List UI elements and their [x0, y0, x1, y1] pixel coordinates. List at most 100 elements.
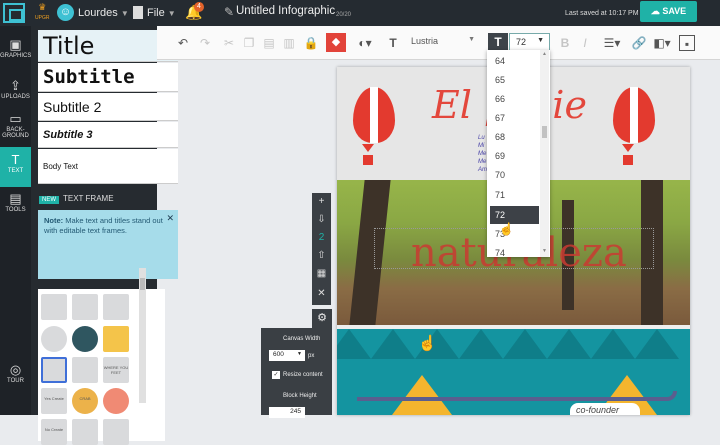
chevron-down-icon: ▼: [167, 9, 176, 18]
rail-item-tools[interactable]: ▤ TOOLS: [0, 186, 31, 226]
rail-label: BACK- GROUND: [2, 127, 29, 139]
text-style-subtitle-2[interactable]: Subtitle 2: [38, 93, 178, 121]
font-size-option[interactable]: 67: [490, 109, 539, 127]
font-size-option[interactable]: 64: [490, 52, 539, 70]
paste-icon[interactable]: ▤: [261, 35, 277, 51]
subtext-line: Me: [478, 151, 487, 157]
text-type-icon: T: [389, 36, 397, 50]
undo-icon[interactable]: ↶: [175, 35, 191, 51]
chevron-down-icon: ▼: [537, 37, 544, 44]
text-style-subtitle-3[interactable]: Subtitle 3: [38, 122, 178, 148]
rail-label: TOUR: [7, 378, 24, 384]
user-menu[interactable]: Lourdes ▼: [78, 7, 129, 19]
save-label: SAVE: [662, 6, 687, 16]
font-size-dropdown[interactable]: 64 65 66 67 68 69 70 71 72 73 74 ▲ ▼: [487, 50, 550, 257]
frame-thumb[interactable]: [103, 419, 129, 445]
new-badge: NEW: [39, 196, 59, 204]
stroke-color-icon[interactable]: ◐▾: [353, 35, 377, 51]
delete-block-icon[interactable]: ✕: [312, 285, 331, 303]
copy-icon[interactable]: ❐: [241, 35, 257, 51]
app-logo-icon[interactable]: [3, 3, 25, 23]
paint-bucket-icon[interactable]: ◆: [326, 33, 346, 52]
pattern-block[interactable]: co-founder: [337, 329, 690, 415]
font-size-option[interactable]: 73: [490, 225, 539, 243]
font-family-select[interactable]: Lustria ▼: [405, 32, 481, 52]
block-tools: + ⇩ 2 ⇧ ▦ ✕: [312, 193, 331, 305]
add-block-icon[interactable]: +: [312, 193, 331, 211]
frame-thumb[interactable]: [41, 294, 67, 320]
rail-label: TOOLS: [5, 207, 26, 213]
upgrade-crown-icon[interactable]: ♛ UPGR: [35, 3, 49, 23]
frame-thumb[interactable]: CRAB: [72, 388, 98, 414]
font-size-option[interactable]: 68: [490, 128, 539, 146]
frame-thumb[interactable]: [72, 419, 98, 445]
frame-thumb[interactable]: [72, 357, 98, 383]
font-size-option[interactable]: 70: [490, 166, 539, 184]
frame-thumb[interactable]: [41, 326, 67, 352]
subtext-line: Mi: [478, 143, 485, 149]
pattern-triangle: [371, 329, 415, 359]
link-icon[interactable]: 🔗: [631, 35, 647, 51]
canvas-subtext[interactable]: Lu Mi Me Me Am: [478, 134, 487, 174]
font-size-option[interactable]: 74: [490, 244, 539, 257]
hand-cursor-icon: ☝: [418, 335, 437, 352]
lock-icon[interactable]: 🔒: [303, 35, 319, 51]
frame-thumb[interactable]: [103, 326, 129, 352]
rail-item-background[interactable]: ▭ BACK- GROUND: [0, 106, 31, 150]
rail-item-graphics[interactable]: ▣ GRAPHICS: [0, 32, 31, 72]
gear-icon[interactable]: ⚙: [312, 309, 332, 328]
frame-thumb[interactable]: No Create: [41, 419, 67, 445]
bold-icon[interactable]: B: [557, 35, 573, 51]
font-size-option[interactable]: 65: [490, 71, 539, 89]
frame-thumb[interactable]: [103, 388, 129, 414]
align-icon[interactable]: ☰▾: [601, 35, 623, 51]
transparency-icon[interactable]: ▪: [679, 35, 695, 51]
infographic-title-input[interactable]: Untitled Infographic: [236, 5, 335, 17]
frame-thumb[interactable]: WHERE YOU FEET: [103, 357, 129, 383]
rail-item-tour[interactable]: ◎ TOUR: [0, 357, 31, 397]
italic-icon[interactable]: I: [577, 35, 593, 51]
file-menu[interactable]: File ▼: [147, 7, 176, 19]
pattern-triangle: [547, 329, 591, 359]
text-style-subtitle[interactable]: Subtitle: [38, 63, 178, 92]
scroll-up-icon[interactable]: ▲: [542, 51, 547, 57]
frame-thumb[interactable]: [72, 326, 98, 352]
block-height-input[interactable]: 245: [269, 407, 305, 418]
save-button[interactable]: ☁ SAVE: [640, 1, 697, 22]
balloon-basket: [363, 155, 373, 165]
font-size-option[interactable]: 69: [490, 147, 539, 165]
scroll-down-icon[interactable]: ▼: [542, 248, 547, 254]
frame-thumb[interactable]: [72, 294, 98, 320]
balloon-ropes: [362, 144, 374, 152]
gallery-scrollbar[interactable]: [139, 268, 146, 403]
user-name: Lourdes: [78, 7, 118, 19]
pattern-triangle: [635, 329, 679, 359]
move-down-icon[interactable]: ⇩: [312, 211, 331, 229]
canvas-width-value: 600: [273, 351, 284, 358]
rail-item-text[interactable]: T TEXT: [0, 147, 31, 187]
close-icon[interactable]: ✕: [166, 213, 174, 223]
duplicate-block-icon[interactable]: ▦: [312, 265, 331, 283]
text-style-body[interactable]: Body Text: [38, 149, 178, 184]
cofounder-label[interactable]: co-founder: [570, 403, 640, 415]
frame-thumb[interactable]: Yes Create: [41, 388, 67, 414]
canvas-width-select[interactable]: 600 ▼: [269, 350, 305, 361]
move-up-icon[interactable]: ⇧: [312, 247, 331, 265]
delete-icon[interactable]: ▥: [281, 35, 297, 51]
font-size-option-selected[interactable]: 72: [490, 206, 539, 224]
frame-thumb[interactable]: [103, 294, 129, 320]
pattern-triangle: [337, 329, 371, 359]
redo-icon[interactable]: ↷: [197, 35, 213, 51]
text-frame-note: Note: Make text and titles stand out wit…: [38, 210, 178, 279]
subtext-line: Me: [478, 159, 487, 165]
layer-order-icon[interactable]: ◧▾: [651, 35, 673, 51]
frame-thumb[interactable]: [41, 357, 67, 383]
pattern-triangle: [503, 329, 547, 359]
block-number: 2: [318, 232, 325, 243]
resize-content-checkbox[interactable]: ✓: [272, 371, 280, 379]
user-avatar-icon[interactable]: ☺: [57, 4, 74, 21]
font-size-option[interactable]: 66: [490, 90, 539, 108]
dropdown-scrollbar[interactable]: ▲ ▼: [540, 50, 549, 257]
font-size-option[interactable]: 71: [490, 186, 539, 204]
cut-icon[interactable]: ✂: [221, 35, 237, 51]
